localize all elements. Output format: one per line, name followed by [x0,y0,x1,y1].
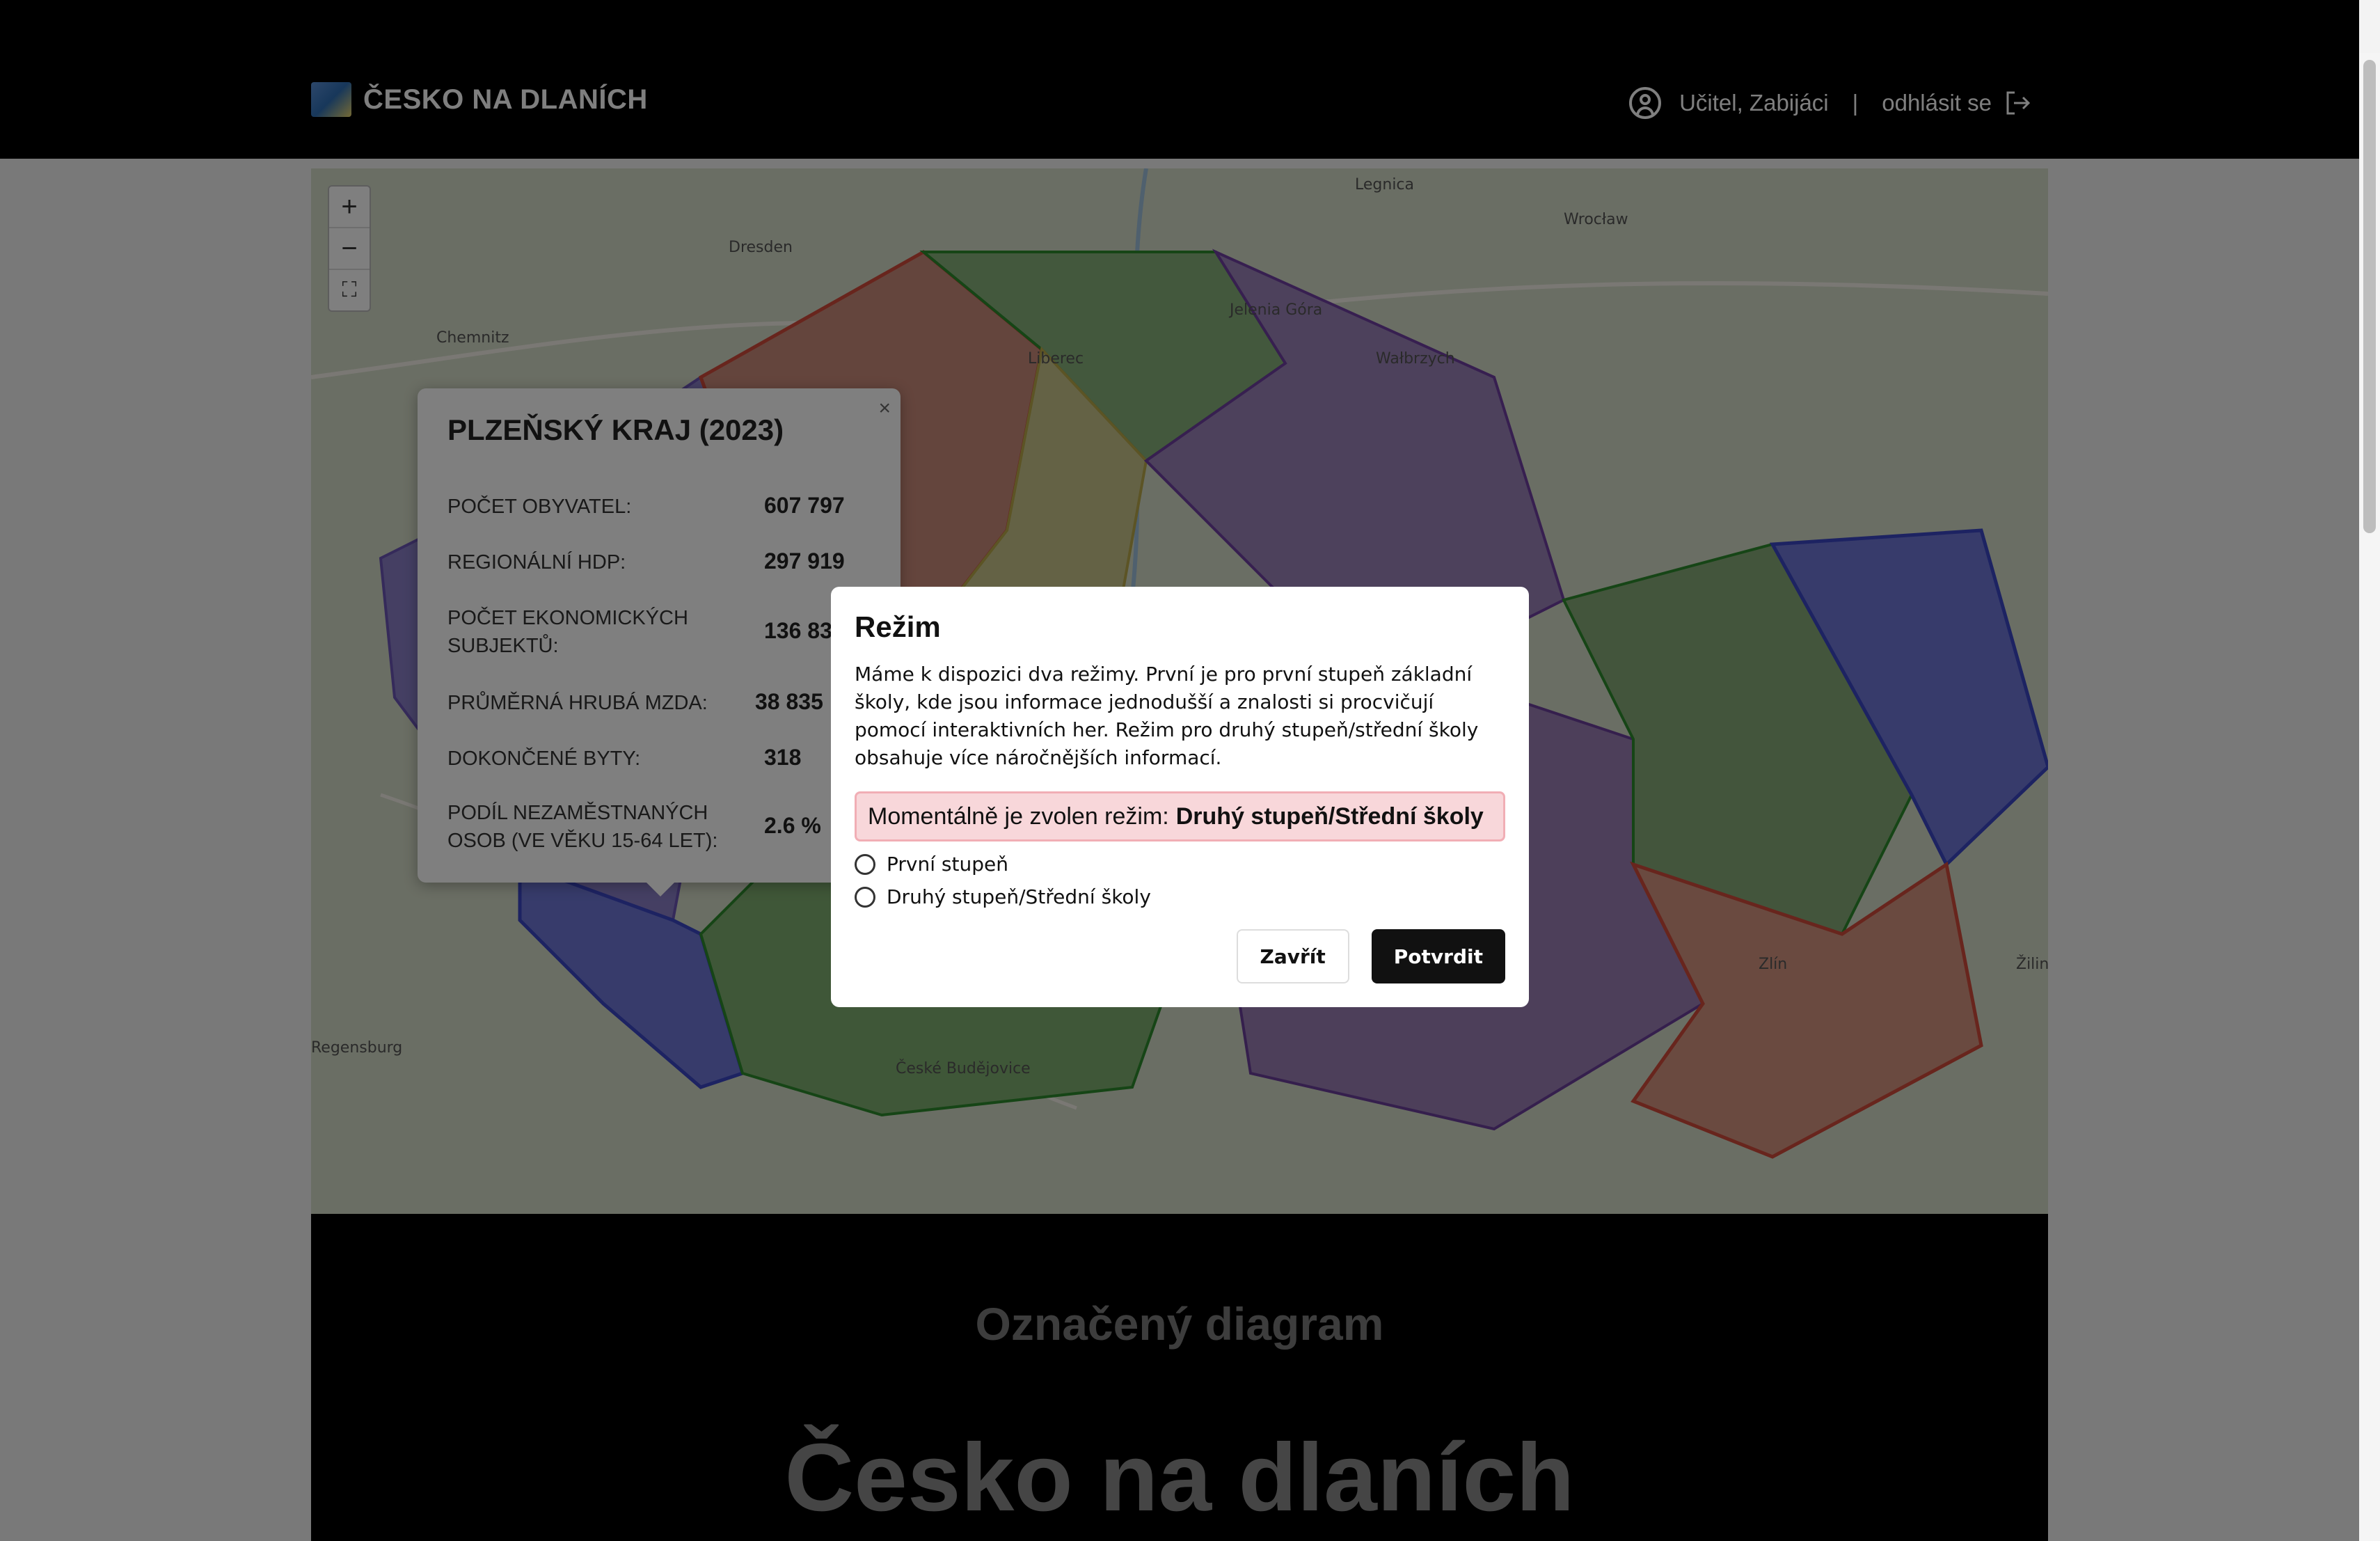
radio-option-first-level[interactable]: První stupeň [855,853,1505,876]
radio-label: Druhý stupeň/Střední školy [887,885,1151,908]
mode-modal: Režim Máme k dispozici dva režimy. První… [831,587,1529,1007]
confirm-button[interactable]: Potvrdit [1371,929,1505,983]
radio-button[interactable] [855,886,875,908]
modal-buttons: Zavřít Potvrdit [1236,929,1505,983]
modal-title: Režim [855,610,941,643]
current-mode-value: Druhý stupeň/Střední školy [1175,803,1484,830]
current-mode-alert: Momentálně je zvolen režim: Druhý stupeň… [855,791,1505,841]
page-scrollbar[interactable] [2359,53,2380,1541]
radio-button[interactable] [855,853,875,875]
close-button[interactable]: Zavřít [1236,929,1349,983]
radio-label: První stupeň [887,853,1008,876]
modal-description: Máme k dispozici dva režimy. První je pr… [855,663,1479,769]
scrollbar-thumb[interactable] [2363,60,2376,533]
current-mode-prefix: Momentálně je zvolen režim: [868,803,1169,830]
radio-option-second-level[interactable]: Druhý stupeň/Střední školy [855,885,1505,908]
